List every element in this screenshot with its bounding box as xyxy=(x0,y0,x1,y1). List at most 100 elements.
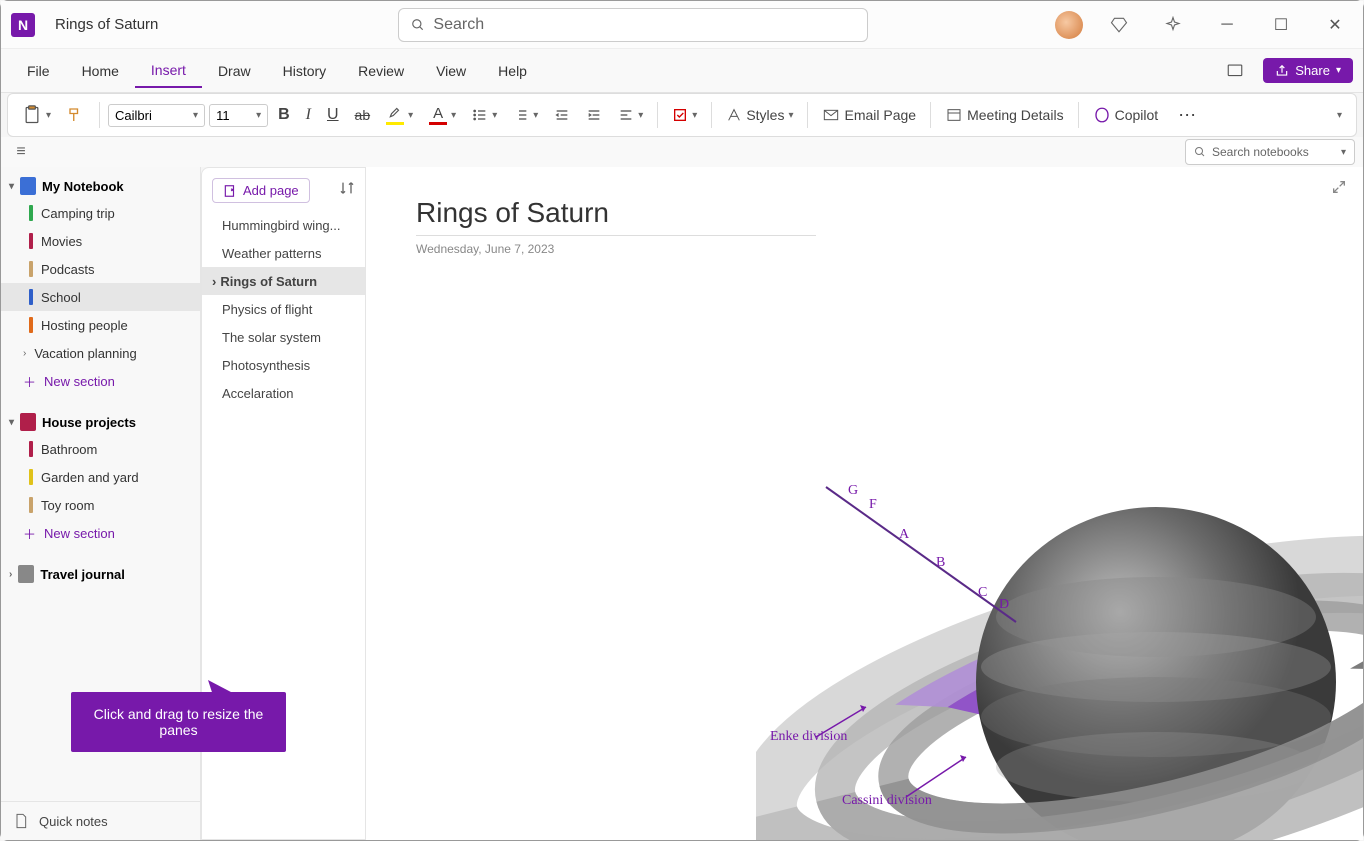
font-size-value: 11 xyxy=(216,108,250,123)
ring-label-d: D xyxy=(999,597,1009,613)
ring-label-f: F xyxy=(869,497,877,513)
sort-pages-button[interactable] xyxy=(339,180,355,201)
maximize-button[interactable]: ☐ xyxy=(1263,10,1299,40)
section-toy-room[interactable]: Toy room xyxy=(1,491,200,519)
ring-label-b: B xyxy=(936,555,945,571)
chevron-down-icon: ▾ xyxy=(1341,147,1346,158)
new-section-button[interactable]: ＋ New section xyxy=(1,367,200,395)
email-page-button[interactable]: Email Page xyxy=(816,98,922,132)
add-page-label: Add page xyxy=(243,183,299,198)
section-podcasts[interactable]: Podcasts xyxy=(1,255,200,283)
bold-button[interactable]: B xyxy=(272,98,296,132)
meeting-details-button[interactable]: Meeting Details xyxy=(939,98,1070,132)
font-color-button[interactable]: A▾ xyxy=(423,98,462,132)
navigation-pane: ▾ My Notebook Camping trip Movies Podcas… xyxy=(1,167,201,840)
expand-icon[interactable] xyxy=(1331,179,1347,200)
section-bathroom[interactable]: Bathroom xyxy=(1,435,200,463)
nav-toggle-icon[interactable]: ≡ xyxy=(9,140,33,164)
section-label: Garden and yard xyxy=(41,470,139,485)
section-movies[interactable]: Movies xyxy=(1,227,200,255)
section-color xyxy=(29,205,33,221)
chevron-down-icon: ▾ xyxy=(1336,65,1341,76)
notebook-house-projects[interactable]: ▾ House projects xyxy=(1,409,200,435)
annotation-cassini: Cassini division xyxy=(842,793,932,809)
outdent-button[interactable] xyxy=(548,98,576,132)
email-label: Email Page xyxy=(844,107,916,123)
section-school[interactable]: School xyxy=(1,283,200,311)
align-button[interactable]: ▾ xyxy=(612,98,649,132)
strikethrough-button[interactable]: ab xyxy=(349,98,377,132)
font-size-select[interactable]: 11▾ xyxy=(209,104,268,127)
menu-tabs: File Home Insert Draw History Review Vie… xyxy=(1,49,1363,93)
tab-draw[interactable]: Draw xyxy=(202,55,267,87)
diamond-icon[interactable] xyxy=(1101,10,1137,40)
notebook-label: Travel journal xyxy=(40,567,125,582)
tab-home[interactable]: Home xyxy=(66,55,135,87)
page-canvas[interactable]: Rings of Saturn Wednesday, June 7, 2023 xyxy=(366,167,1363,840)
copilot-button[interactable]: Copilot xyxy=(1087,98,1165,132)
section-label: Hosting people xyxy=(41,318,128,333)
new-section-button[interactable]: ＋New section xyxy=(1,519,200,547)
page-physics-of-flight[interactable]: Physics of flight xyxy=(202,295,365,323)
number-list-button[interactable]: ▾ xyxy=(507,98,544,132)
underline-button[interactable]: U xyxy=(321,98,345,132)
new-section-label: New section xyxy=(44,374,115,389)
section-label: Toy room xyxy=(41,498,94,513)
section-hosting-people[interactable]: Hosting people xyxy=(1,311,200,339)
section-color xyxy=(29,261,33,277)
chevron-down-icon: ▾ xyxy=(9,181,14,192)
plus-icon: ＋ xyxy=(23,372,36,391)
resize-tooltip: Click and drag to resize the panes xyxy=(71,692,286,752)
search-notebooks[interactable]: Search notebooks ▾ xyxy=(1185,139,1355,165)
close-button[interactable]: ✕ xyxy=(1317,10,1353,40)
section-vacation-planning[interactable]: ›Vacation planning xyxy=(1,339,200,367)
italic-button[interactable]: I xyxy=(300,98,317,132)
notebook-my-notebook[interactable]: ▾ My Notebook xyxy=(1,173,200,199)
ribbon-collapse-button[interactable]: ▾ xyxy=(1331,98,1348,132)
page-rings-of-saturn[interactable]: Rings of Saturn xyxy=(202,267,365,295)
copilot-label: Copilot xyxy=(1115,107,1159,123)
page-title[interactable]: Rings of Saturn xyxy=(416,197,816,236)
minimize-button[interactable]: ─ xyxy=(1209,10,1245,40)
overflow-button[interactable]: ⋯ xyxy=(1172,98,1202,132)
tag-button[interactable]: ▾ xyxy=(666,98,703,132)
tab-review[interactable]: Review xyxy=(342,55,420,87)
quick-notes-button[interactable]: Quick notes xyxy=(1,801,200,840)
quick-notes-label: Quick notes xyxy=(39,814,108,829)
section-camping-trip[interactable]: Camping trip xyxy=(1,199,200,227)
section-color xyxy=(29,441,33,457)
notebook-travel-journal[interactable]: › Travel journal xyxy=(1,561,200,587)
styles-button[interactable]: Styles▾ xyxy=(720,98,799,132)
bullet-list-button[interactable]: ▾ xyxy=(466,98,503,132)
format-painter-button[interactable] xyxy=(61,98,91,132)
section-garden-and-yard[interactable]: Garden and yard xyxy=(1,463,200,491)
paste-button[interactable]: ▾ xyxy=(16,98,57,132)
tab-help[interactable]: Help xyxy=(482,55,543,87)
coming-soon-icon[interactable] xyxy=(1155,10,1191,40)
font-name-select[interactable]: Cailbri▾ xyxy=(108,104,205,127)
page-hummingbird[interactable]: Hummingbird wing... xyxy=(202,211,365,239)
user-avatar[interactable] xyxy=(1055,11,1083,39)
section-color xyxy=(29,233,33,249)
tab-file[interactable]: File xyxy=(11,55,66,87)
chevron-down-icon: ▾ xyxy=(9,417,14,428)
page-the-solar-system[interactable]: The solar system xyxy=(202,323,365,351)
font-name-value: Cailbri xyxy=(115,108,187,123)
page-photosynthesis[interactable]: Photosynthesis xyxy=(202,351,365,379)
notebook-label: My Notebook xyxy=(42,179,124,194)
share-button[interactable]: Share ▾ xyxy=(1263,58,1353,83)
page-date: Wednesday, June 7, 2023 xyxy=(416,242,1313,256)
present-icon[interactable] xyxy=(1217,56,1253,86)
page-accelaration[interactable]: Accelaration xyxy=(202,379,365,407)
global-search[interactable]: Search xyxy=(398,8,868,42)
highlight-button[interactable]: ▾ xyxy=(380,98,419,132)
add-page-button[interactable]: Add page xyxy=(212,178,310,203)
tab-insert[interactable]: Insert xyxy=(135,54,202,88)
tab-history[interactable]: History xyxy=(267,55,343,87)
search-icon xyxy=(1194,146,1206,158)
app-icon: N xyxy=(11,13,35,37)
indent-button[interactable] xyxy=(580,98,608,132)
share-icon xyxy=(1275,64,1289,78)
tab-view[interactable]: View xyxy=(420,55,482,87)
page-weather-patterns[interactable]: Weather patterns xyxy=(202,239,365,267)
